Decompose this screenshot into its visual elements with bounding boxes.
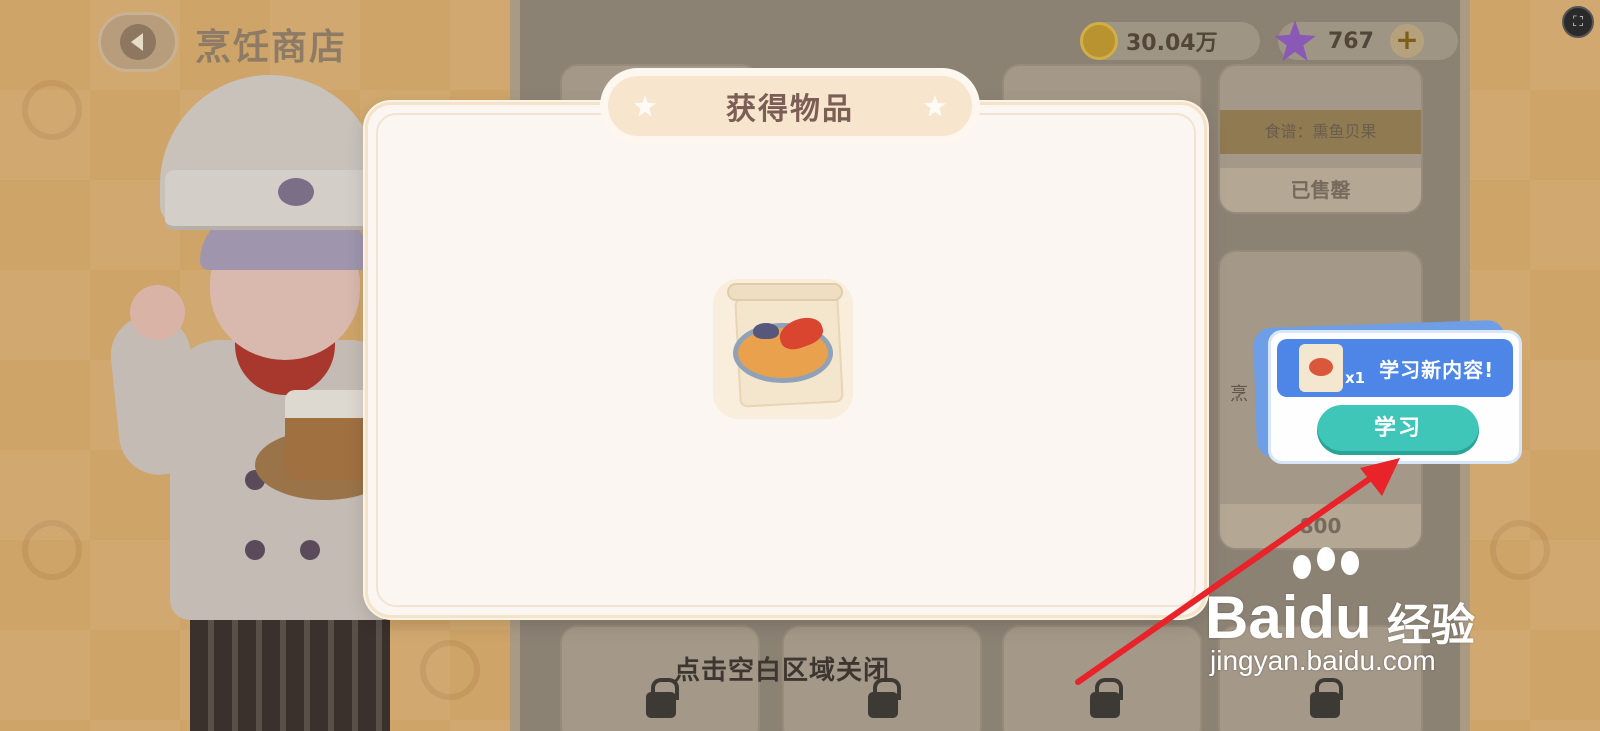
watermark-url: jingyan.baidu.com bbox=[1210, 645, 1436, 676]
paw-icon bbox=[1293, 555, 1311, 579]
watermark-brand-bai: Bai bbox=[1205, 584, 1299, 651]
watermark-brand-cn: 经验 bbox=[1387, 600, 1475, 651]
paw-icon bbox=[1341, 551, 1359, 575]
watermark-brand-du: du bbox=[1298, 584, 1372, 651]
watermark-brand: Baidu bbox=[1205, 583, 1372, 652]
paw-icon bbox=[1317, 547, 1335, 571]
baidu-watermark: Baidu 经验 jingyan.baidu.com bbox=[1205, 545, 1495, 685]
